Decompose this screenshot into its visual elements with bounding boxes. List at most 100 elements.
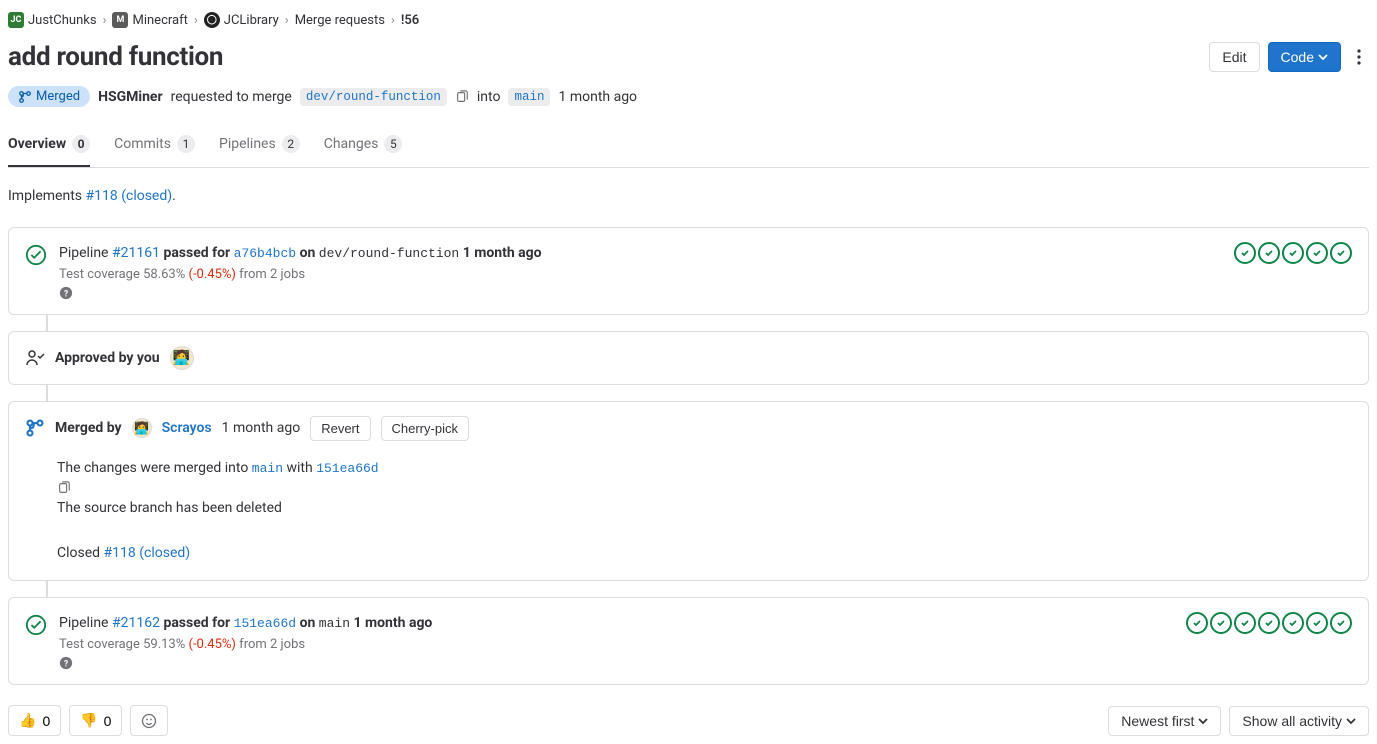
- pipeline1-for: for: [212, 245, 230, 261]
- pipeline2-id[interactable]: #21162: [112, 615, 160, 631]
- stage-ok-icon[interactable]: [1234, 612, 1256, 634]
- pipeline2-stages: [1186, 612, 1352, 634]
- thumbs-up-button[interactable]: 👍 0: [8, 705, 61, 736]
- edit-button[interactable]: Edit: [1209, 42, 1259, 72]
- crumb-section[interactable]: Merge requests: [295, 13, 385, 28]
- pipeline1-id[interactable]: #21161: [112, 245, 160, 261]
- merge-commit-sha[interactable]: 151ea66d: [316, 461, 378, 476]
- merge-status-badge: Merged: [8, 86, 90, 107]
- add-reaction-button[interactable]: [130, 705, 168, 736]
- stage-ok-icon[interactable]: [1258, 612, 1280, 634]
- closed-issue[interactable]: #118 (closed): [104, 545, 191, 561]
- created-time: 1 month ago: [558, 89, 637, 105]
- stage-ok-icon[interactable]: [1306, 242, 1328, 264]
- pipeline2-on: on: [300, 615, 316, 631]
- pipeline2-label: Pipeline: [59, 615, 109, 631]
- stage-ok-icon[interactable]: [1330, 612, 1352, 634]
- target-branch[interactable]: main: [508, 88, 550, 106]
- pipeline2-for: for: [212, 615, 230, 631]
- approval-icon: [25, 348, 45, 368]
- tab-pipelines-label: Pipelines: [219, 136, 276, 152]
- crumb-group-label: JustChunks: [28, 13, 97, 28]
- chevron-right-icon: ›: [285, 13, 289, 28]
- tab-changes-count: 5: [384, 135, 402, 153]
- sort-dropdown[interactable]: Newest first: [1108, 706, 1221, 736]
- merged-time: 1 month ago: [222, 420, 301, 436]
- merged-widget: Merged by 🧑‍💻 Scrayos 1 month ago Revert…: [8, 401, 1369, 582]
- stage-ok-icon[interactable]: [1306, 612, 1328, 634]
- crumb-group[interactable]: JC JustChunks: [8, 12, 97, 28]
- copy-sha-icon[interactable]: [57, 481, 1352, 495]
- approval-text: Approved by you: [55, 350, 160, 366]
- help-icon[interactable]: ?: [59, 286, 1222, 300]
- project-avatar: M: [112, 12, 128, 28]
- kebab-icon: [1357, 49, 1361, 65]
- copy-branch-icon[interactable]: [455, 90, 469, 104]
- cherry-pick-button[interactable]: Cherry-pick: [381, 416, 469, 441]
- pipeline2-branch: main: [319, 616, 350, 631]
- pipeline2-cov-post: from 2 jobs: [239, 637, 305, 652]
- thumbs-down-button[interactable]: 👎 0: [69, 705, 122, 736]
- crumb-project[interactable]: M Minecraft: [112, 12, 187, 28]
- pipeline2-time: 1 month ago: [354, 615, 433, 631]
- thumbs-up-count: 0: [42, 713, 50, 729]
- activity-filter-dropdown[interactable]: Show all activity: [1229, 706, 1369, 736]
- tab-commits-label: Commits: [114, 136, 171, 152]
- chevron-right-icon: ›: [194, 13, 198, 28]
- merged-line1-pre: The changes were merged into: [57, 460, 252, 476]
- pipeline1-cov-pre: Test coverage 58.63%: [59, 267, 185, 282]
- tab-overview-count: 0: [72, 135, 90, 153]
- pipeline-status-icon: [25, 244, 47, 266]
- connector-line: [46, 385, 48, 401]
- linked-issue[interactable]: #118 (closed): [86, 188, 173, 204]
- help-icon[interactable]: ?: [59, 656, 1174, 670]
- merger-avatar[interactable]: 🧑‍💻: [132, 418, 152, 438]
- pipeline2-cov-pre: Test coverage 59.13%: [59, 637, 185, 652]
- stage-ok-icon[interactable]: [1234, 242, 1256, 264]
- crumb-subproject[interactable]: ◯ JCLibrary: [204, 12, 279, 28]
- stage-ok-icon[interactable]: [1282, 242, 1304, 264]
- approval-widget: Approved by you 🧑‍💻: [8, 331, 1369, 385]
- stage-ok-icon[interactable]: [1330, 242, 1352, 264]
- merged-into-branch[interactable]: main: [252, 461, 283, 476]
- breadcrumbs: JC JustChunks › M Minecraft › ◯ JCLibrar…: [8, 8, 1369, 36]
- chevron-down-icon: [1198, 716, 1208, 726]
- pipeline1-sha[interactable]: a76b4bcb: [234, 246, 296, 261]
- into-text: into: [477, 89, 501, 105]
- pipeline2-sha[interactable]: 151ea66d: [234, 616, 296, 631]
- crumb-project-label: Minecraft: [132, 13, 187, 28]
- tab-commits[interactable]: Commits 1: [114, 125, 195, 167]
- code-dropdown[interactable]: Code: [1268, 42, 1341, 72]
- merger-name[interactable]: Scrayos: [162, 420, 212, 436]
- pipeline1-stages: [1234, 242, 1352, 264]
- pipeline1-cov-delta: (-0.45%): [189, 267, 236, 282]
- merged-by-label: Merged by: [55, 420, 122, 436]
- desc-prefix: Implements: [8, 188, 86, 204]
- source-branch[interactable]: dev/round-function: [300, 88, 447, 106]
- tab-overview[interactable]: Overview 0: [8, 125, 90, 167]
- stage-ok-icon[interactable]: [1282, 612, 1304, 634]
- more-actions-button[interactable]: [1349, 43, 1369, 71]
- pipeline1-time: 1 month ago: [463, 245, 542, 261]
- tab-changes[interactable]: Changes 5: [324, 125, 403, 167]
- stage-ok-icon[interactable]: [1186, 612, 1208, 634]
- svg-text:?: ?: [64, 289, 69, 299]
- author-name[interactable]: HSGMiner: [98, 89, 163, 105]
- pipeline1-label: Pipeline: [59, 245, 109, 261]
- subproject-avatar: ◯: [204, 12, 220, 28]
- crumb-subproject-label: JCLibrary: [224, 13, 279, 28]
- pipeline1-on: on: [300, 245, 316, 261]
- pipeline1-branch: dev/round-function: [319, 246, 459, 261]
- stage-ok-icon[interactable]: [1258, 242, 1280, 264]
- stage-ok-icon[interactable]: [1210, 612, 1232, 634]
- page-title: add round function: [8, 42, 223, 72]
- svg-text:?: ?: [64, 660, 69, 670]
- merge-icon: [18, 90, 32, 104]
- merged-icon: [25, 418, 45, 438]
- code-label: Code: [1281, 49, 1314, 65]
- sort-label: Newest first: [1121, 713, 1194, 729]
- revert-button[interactable]: Revert: [310, 416, 370, 441]
- tab-pipelines[interactable]: Pipelines 2: [219, 125, 300, 167]
- approver-avatar[interactable]: 🧑‍💻: [170, 346, 194, 370]
- pipeline2-cov-delta: (-0.45%): [189, 637, 236, 652]
